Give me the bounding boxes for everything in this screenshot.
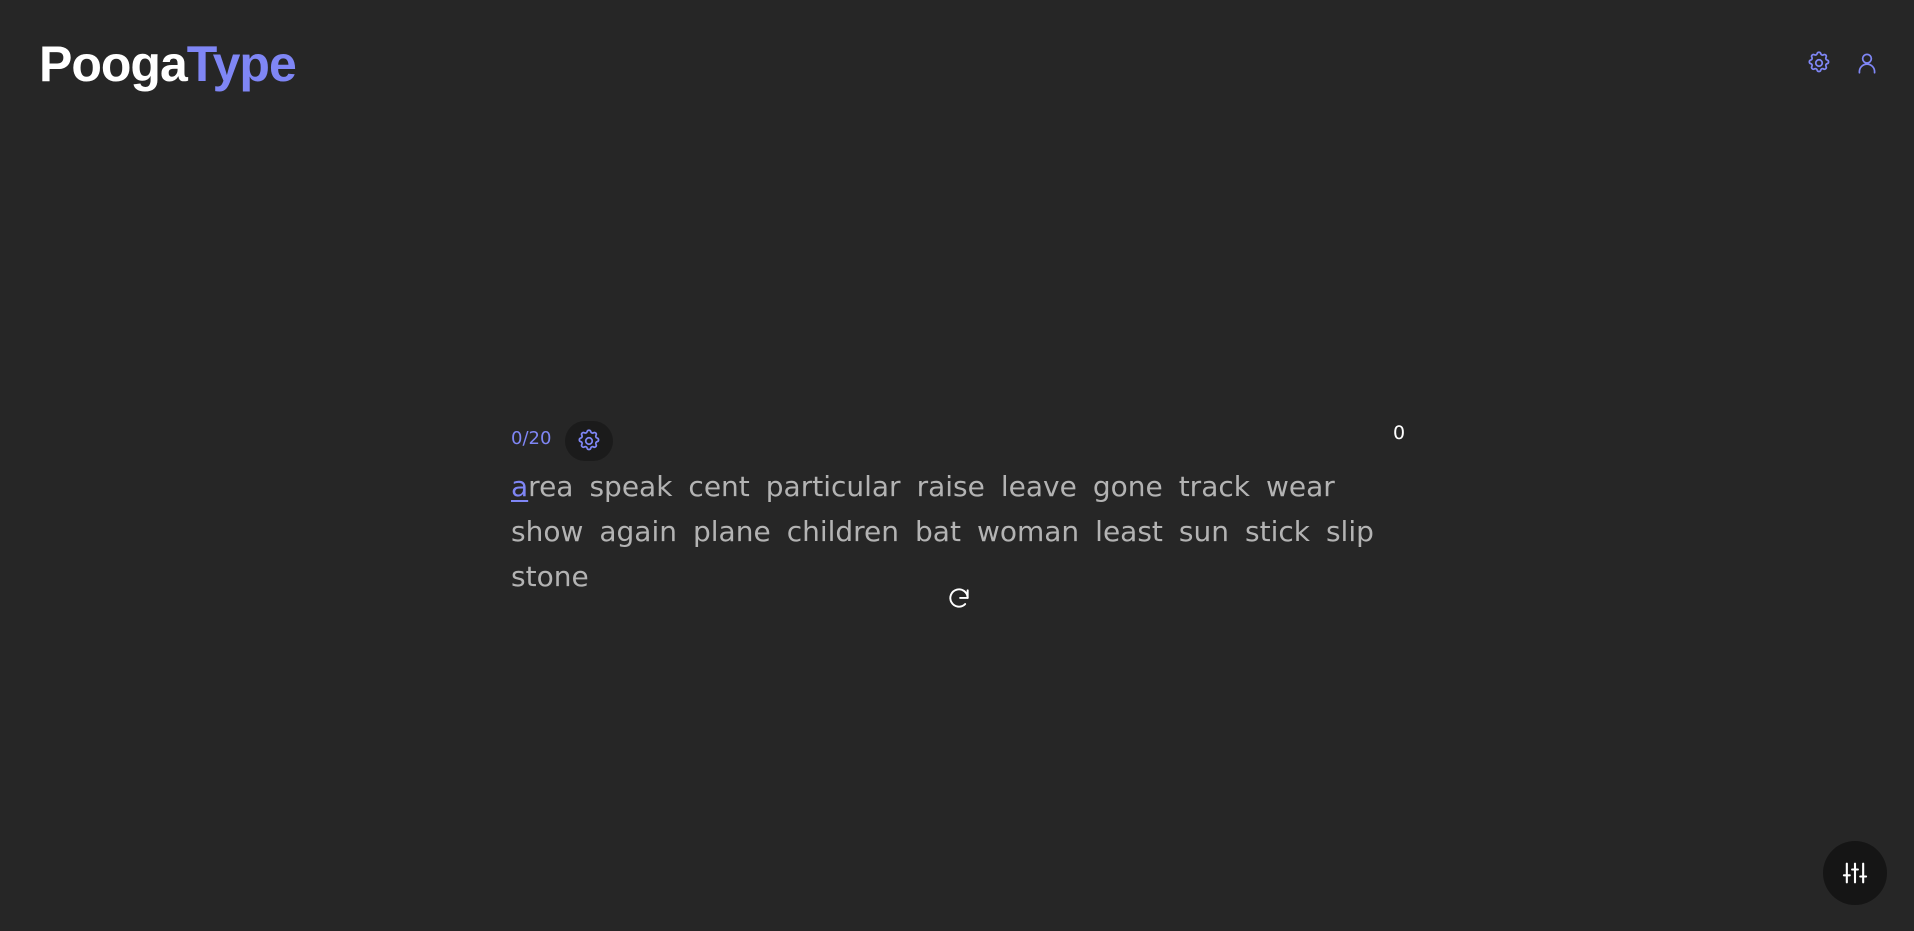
gear-icon [1808,51,1830,73]
word: show [511,515,584,548]
restart-button[interactable] [944,584,974,614]
wpm-display: 0 [1393,422,1406,444]
test-settings-button[interactable] [565,421,613,461]
word: track [1178,470,1250,503]
sliders-icon [1842,862,1868,884]
word-list[interactable]: area speak cent particular raise leave gone tr… [511,464,1391,599]
word: raise [916,470,985,503]
logo-text-primary: Pooga [39,36,188,92]
settings-button[interactable] [1804,48,1834,78]
word-current-rest: rea [528,470,574,503]
account-button[interactable] [1852,48,1882,78]
word: leave [1000,470,1077,503]
word: stick [1245,515,1310,548]
word: children [786,515,900,548]
word: speak [589,470,673,503]
word: least [1095,515,1163,548]
refresh-icon [949,588,969,608]
word: cent [688,470,750,503]
app-root: PoogaType 0/20 0 area speak cent particula… [0,0,1914,931]
word: woman [976,515,1080,548]
word: bat [915,515,961,548]
word: plane [693,515,771,548]
word: particular [765,470,901,503]
user-icon [1858,53,1876,74]
word: stone [511,560,589,593]
logo-text-accent: Type [186,36,297,92]
word: again [599,515,677,548]
word-counter: 0/20 [511,428,552,449]
word-current: area [511,464,573,509]
word: gone [1092,470,1163,503]
gear-icon [578,429,600,451]
word: slip [1325,515,1374,548]
logo[interactable]: PoogaType [39,34,297,94]
customize-fab-button[interactable] [1823,841,1887,905]
word: sun [1178,515,1229,548]
caret-letter: a [511,470,529,503]
word: wear [1265,470,1335,503]
